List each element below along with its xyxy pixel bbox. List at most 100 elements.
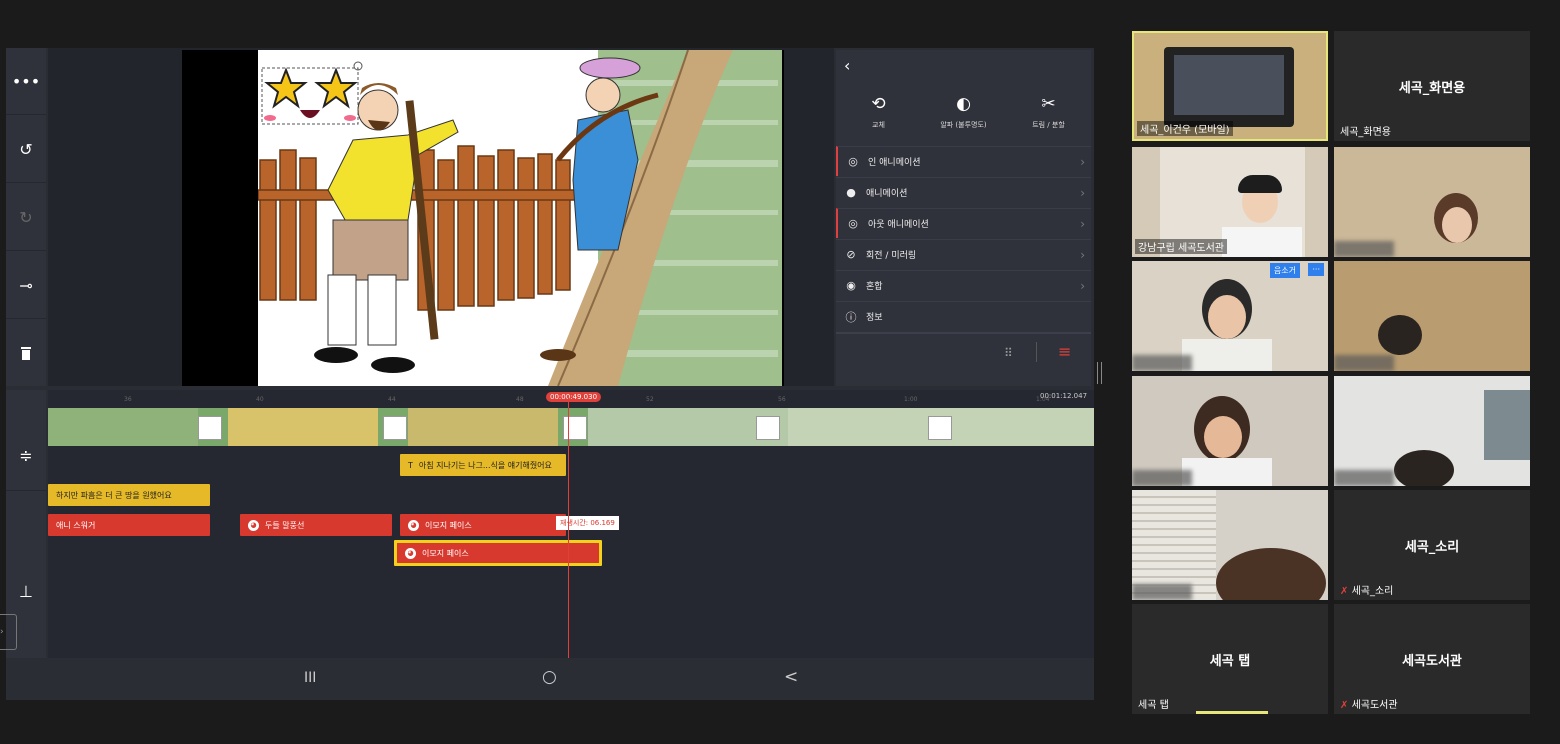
preview-area [48, 48, 834, 386]
tick-label: 44 [388, 396, 396, 403]
participant-tile[interactable] [1132, 376, 1328, 486]
speaking-indicator [1196, 711, 1268, 714]
align-icon[interactable]: ≑ [6, 420, 46, 491]
menu-blend[interactable]: ◉ 혼합 › [836, 270, 1091, 300]
participant-tile[interactable]: 세곡_이건우 (모바일) [1132, 31, 1328, 141]
recent-apps-button[interactable]: III [304, 670, 316, 686]
mic-muted-icon: ✗ [1340, 586, 1349, 597]
panel-footer: ⠿ ≡ [836, 332, 1091, 388]
illustration-scene [258, 50, 782, 386]
grid-icon[interactable]: ⠿ [1004, 346, 1013, 360]
tick-label: 1:00 [904, 396, 918, 403]
sticker-icon: ◕ [405, 547, 416, 559]
scissors-icon: ✂ [1041, 94, 1056, 114]
list-icon[interactable]: ≡ [1058, 342, 1071, 361]
sticker-clip[interactable]: ◕ 이모지 페이스 [400, 514, 566, 536]
current-time-badge: 00:00:49.030 [546, 392, 602, 402]
undo-icon[interactable]: ↺ [6, 116, 46, 183]
tick-label: 52 [646, 396, 654, 403]
tick-label: 56 [778, 396, 786, 403]
divider [1036, 342, 1037, 362]
chevron-left-icon[interactable]: ‹ [844, 56, 850, 75]
android-nav-bar: III ○ < [6, 660, 1094, 700]
chevron-right-icon: › [1080, 154, 1085, 169]
mute-badge[interactable]: 음소거 [1269, 263, 1300, 278]
more-options-icon[interactable]: ··· [1308, 263, 1324, 276]
participant-tile[interactable]: 세곡_소리 ✗ 세곡_소리 [1334, 490, 1530, 600]
tick-label: 48 [516, 396, 524, 403]
participant-name: ✗ 세곡도서관 [1340, 700, 1398, 711]
participant-name: 세곡 탭 [1138, 700, 1169, 711]
menu-rotate-mirror[interactable]: ⊘ 회전 / 미러링 › [836, 239, 1091, 269]
transition-icon[interactable] [928, 416, 952, 440]
replace-icon: ⟲ [871, 94, 886, 114]
redo-icon[interactable]: ↻ [6, 184, 46, 251]
participant-tile[interactable] [1334, 261, 1530, 371]
preview-canvas[interactable] [182, 50, 784, 386]
info-icon: ⓘ [845, 310, 857, 324]
selected-sticker-clip[interactable]: ◕ 이모지 페이스 [394, 540, 602, 566]
menu-out-animation[interactable]: ◎ 아웃 애니메이션 › [836, 208, 1091, 238]
tick-label: 40 [256, 396, 264, 403]
participant-tile[interactable]: 세곡_화면용 세곡_화면용 [1334, 31, 1530, 141]
participant-tile[interactable]: 음소거 ··· [1132, 261, 1328, 371]
chevron-right-icon: › [1080, 185, 1085, 200]
sticker-icon: ◕ [408, 519, 419, 531]
mic-muted-icon: ✗ [1340, 700, 1349, 711]
menu-animation[interactable]: ● 애니메이션 › [836, 177, 1091, 207]
sticker-clip[interactable]: 애니 스워거 [48, 514, 210, 536]
chevron-right-icon: › [1080, 278, 1085, 293]
opacity-button[interactable]: ◐ 알파 (불투명도) [921, 86, 1006, 138]
video-track[interactable] [48, 408, 1094, 446]
animation-icon: ● [846, 186, 856, 199]
transition-icon[interactable] [563, 416, 587, 440]
text-icon: T [408, 460, 413, 470]
participant-name: 강남구립 세곡도서관 [1135, 239, 1227, 254]
total-time: 00:01:12.047 [1040, 392, 1088, 400]
transition-icon[interactable] [756, 416, 780, 440]
tablet-image [1164, 47, 1294, 127]
sticker-icon: ◕ [248, 519, 259, 531]
left-toolbar: ••• ↺ ↻ ⊸ [6, 48, 46, 386]
more-icon[interactable]: ••• [6, 48, 46, 115]
collapse-handle[interactable]: › [0, 614, 17, 650]
chevron-right-icon: › [1080, 216, 1085, 231]
playhead[interactable] [568, 398, 569, 658]
transition-icon[interactable] [383, 416, 407, 440]
key-icon[interactable]: ⊸ [6, 252, 46, 319]
opacity-icon: ◐ [956, 94, 971, 114]
play-time-tooltip: 재생시간: 06.169 [556, 516, 619, 530]
participant-tile[interactable] [1132, 490, 1328, 600]
participant-name: 세곡_이건우 (모바일) [1137, 121, 1233, 136]
text-clip[interactable]: T 아침 지나기는 나그...식을 얘기해줬어요 [400, 454, 566, 476]
participant-tile[interactable]: 세곡 탭 세곡 탭 [1132, 604, 1328, 714]
participant-grid: 세곡_이건우 (모바일) 세곡_화면용 세곡_화면용 강남구립 세곡도서관 음소… [1132, 31, 1530, 717]
options-panel: ‹ ⟲ 교체 ◐ 알파 (불투명도) ✂ 트림 / 분할 ◎ 인 애니메이션 ›… [836, 50, 1091, 386]
replace-button[interactable]: ⟲ 교체 [836, 86, 921, 138]
split-handle[interactable] [1097, 362, 1102, 384]
home-button[interactable]: ○ [542, 667, 557, 687]
timeline[interactable]: 36 40 44 48 52 56 1:00 1:04 00:00:49.030… [48, 390, 1094, 658]
chevron-right-icon: › [1080, 247, 1085, 262]
text-clip[interactable]: 하지만 파흠은 더 큰 땅을 원했어요 [48, 484, 210, 506]
participant-tile[interactable]: 세곡도서관 ✗ 세곡도서관 [1334, 604, 1530, 714]
trim-split-button[interactable]: ✂ 트림 / 분할 [1006, 86, 1091, 138]
rotate-icon: ⊘ [846, 248, 856, 261]
trash-icon[interactable] [6, 320, 46, 386]
participant-tile[interactable] [1334, 376, 1530, 486]
participant-name: 세곡_화면용 [1340, 127, 1391, 138]
sticker-clip[interactable]: ◕ 두들 말풍선 [240, 514, 392, 536]
participant-tile[interactable]: 강남구립 세곡도서관 [1132, 147, 1328, 257]
back-button[interactable]: < [784, 667, 798, 687]
in-animation-icon: ◎ [848, 155, 858, 168]
participant-name: ✗ 세곡_소리 [1340, 586, 1394, 597]
tick-label: 36 [124, 396, 132, 403]
menu-info[interactable]: ⓘ 정보 [836, 301, 1091, 331]
out-animation-icon: ◎ [848, 217, 858, 230]
blend-icon: ◉ [846, 279, 856, 292]
menu-in-animation[interactable]: ◎ 인 애니메이션 › [836, 146, 1091, 176]
participant-tile[interactable] [1334, 147, 1530, 257]
transition-icon[interactable] [198, 416, 222, 440]
video-editor-window: ••• ↺ ↻ ⊸ ‹ ⟲ 교체 ◐ 알파 (불투명도) ✂ 트림 / 분할 ◎… [6, 48, 1094, 700]
timeline-ruler: 36 40 44 48 52 56 1:00 1:04 00:00:49.030… [48, 390, 1094, 406]
